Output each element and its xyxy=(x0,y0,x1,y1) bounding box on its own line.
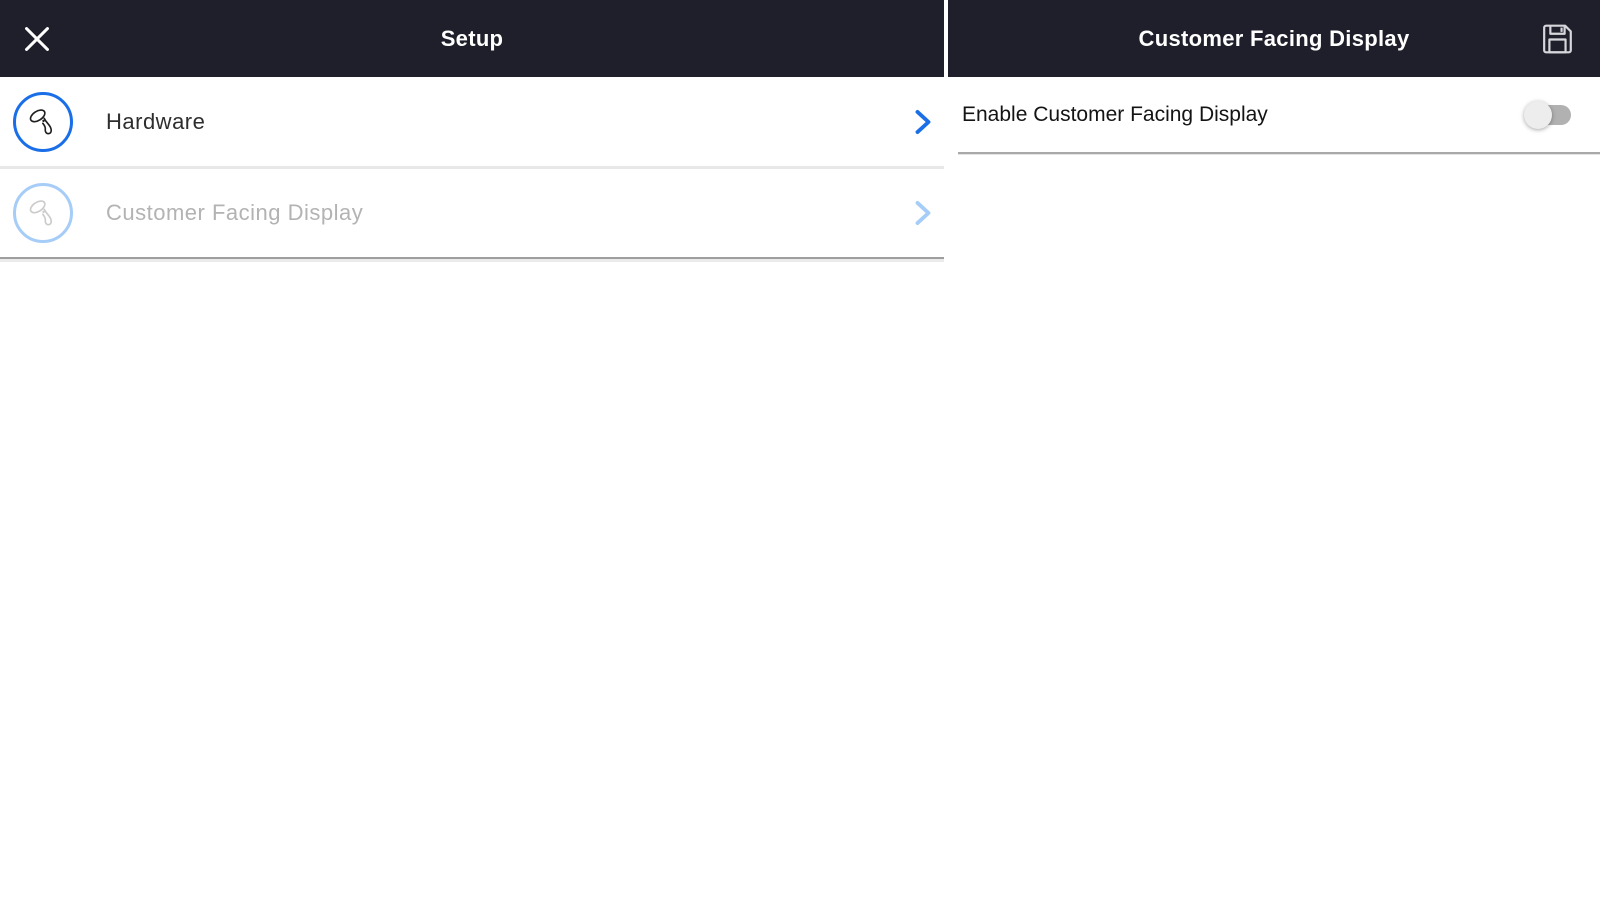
barcode-scanner-icon xyxy=(13,91,73,152)
enable-cfd-toggle[interactable] xyxy=(1524,100,1572,130)
chevron-right-icon xyxy=(912,107,934,137)
detail-header: Customer Facing Display xyxy=(948,0,1600,77)
menu-item-customer-facing-display[interactable]: Customer Facing Display xyxy=(0,169,944,259)
save-button[interactable] xyxy=(1534,16,1580,62)
setting-label: Enable Customer Facing Display xyxy=(962,102,1268,126)
setup-header: Setup xyxy=(0,0,944,77)
close-icon xyxy=(18,20,56,58)
setting-divider xyxy=(958,152,1600,154)
setting-row-enable-cfd: Enable Customer Facing Display xyxy=(948,77,1600,152)
chevron-right-icon xyxy=(912,198,934,228)
page-title: Setup xyxy=(440,25,504,51)
toggle-thumb xyxy=(1524,100,1552,129)
barcode-scanner-icon xyxy=(13,183,73,243)
detail-title: Customer Facing Display xyxy=(1138,25,1410,51)
close-button[interactable] xyxy=(14,16,60,62)
save-icon xyxy=(1538,20,1576,58)
menu-item-label: Hardware xyxy=(106,108,206,134)
customer-facing-display-panel: Customer Facing Display Enable Customer … xyxy=(948,0,1600,900)
setup-panel: Setup Hardware Customer Facing Display xyxy=(0,0,944,900)
menu-item-label: Customer Facing Display xyxy=(106,200,364,225)
menu-item-hardware[interactable]: Hardware xyxy=(0,77,944,169)
